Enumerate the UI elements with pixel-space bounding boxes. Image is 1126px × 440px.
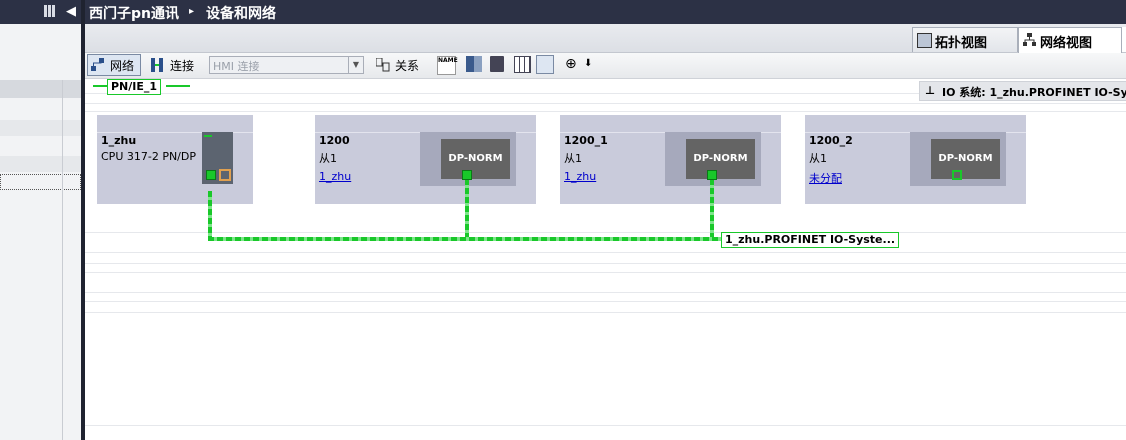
dp-norm-label: DP-NORM: [931, 139, 1000, 179]
breadcrumb-page[interactable]: 设备和网络: [206, 3, 276, 23]
subnet-label[interactable]: PN/IE_1: [107, 79, 162, 95]
dp-norm-label: DP-NORM: [686, 139, 755, 179]
grid-line: [85, 232, 1126, 233]
device-1200-2-port-icon[interactable]: [952, 170, 962, 180]
device-io-controller-link[interactable]: 1_zhu: [319, 170, 351, 183]
io-system-info[interactable]: ⊥ IO 系统: 1_zhu.PROFINET IO-Sys: [919, 81, 1126, 101]
network-drop-line[interactable]: [465, 179, 469, 241]
network-mode-button[interactable]: 网络: [87, 54, 141, 76]
zoom-icon[interactable]: ⊕: [565, 56, 577, 72]
network-drop-line[interactable]: [710, 179, 714, 241]
tab-network-view[interactable]: 网络视图: [1018, 27, 1122, 53]
device-name: 1_zhu: [101, 134, 137, 147]
left-pane: [0, 24, 83, 440]
grid-icon[interactable]: [44, 5, 56, 17]
grid-line: [85, 103, 1126, 104]
device-1200-port-icon[interactable]: [462, 170, 472, 180]
pin-icon[interactable]: ⊥: [925, 84, 935, 97]
subnet-line: [166, 85, 190, 87]
show-address-icon[interactable]: [466, 56, 482, 72]
cpu-dp-port-icon[interactable]: [219, 169, 231, 181]
left-titlebar: ◀: [0, 0, 83, 24]
device-io-controller-link[interactable]: 未分配: [809, 170, 842, 186]
chevron-down-icon[interactable]: ▼: [348, 57, 363, 73]
subnet-line: [93, 85, 107, 87]
topology-icon: [917, 33, 932, 48]
device-1200-1-port-icon[interactable]: [707, 170, 717, 180]
left-pane-row[interactable]: [0, 80, 81, 98]
left-pane-row-selected[interactable]: [0, 174, 81, 190]
cpu-led-icon: [204, 135, 212, 137]
io-system-label: IO 系统: 1_zhu.PROFINET IO-Sys: [942, 86, 1126, 99]
left-pane-row[interactable]: [0, 120, 81, 136]
collapse-arrow-icon[interactable]: ◀: [66, 4, 76, 19]
grid-line: [85, 263, 1126, 264]
grid-line: [85, 111, 1126, 112]
cpu-module-icon[interactable]: [202, 132, 233, 184]
relations-button[interactable]: 关系: [372, 54, 426, 76]
relations-icon: [375, 57, 390, 75]
device-1200-1[interactable]: 1200_1 从1 1_zhu DP-NORM: [560, 115, 781, 204]
network-mode-icon: [91, 58, 105, 75]
network-mode-label: 网络: [110, 59, 135, 73]
tab-topology-label: 拓扑视图: [935, 36, 988, 51]
left-pane-row[interactable]: [0, 156, 81, 172]
device-1200[interactable]: 1200 从1 1_zhu DP-NORM: [315, 115, 536, 204]
io-system-network-label[interactable]: 1_zhu.PROFINET IO-Syste...: [721, 232, 900, 248]
tab-overflow[interactable]: [1121, 27, 1126, 52]
device-name: 1200: [319, 134, 350, 147]
connection-type-value: HMI 连接: [213, 60, 260, 73]
grid-line: [85, 272, 1126, 273]
zoom-dropdown-icon[interactable]: ⬇: [584, 58, 592, 69]
view-tab-bar: 拓扑视图 网络视图: [85, 24, 1126, 53]
page-break-icon[interactable]: [490, 56, 504, 72]
connection-mode-label: 连接: [170, 59, 195, 73]
device-type: 从1: [564, 152, 582, 165]
tab-topology-view[interactable]: 拓扑视图: [912, 27, 1018, 52]
tab-network-label: 网络视图: [1040, 36, 1093, 51]
device-name: 1200_2: [809, 134, 853, 147]
connection-type-dropdown[interactable]: HMI 连接 ▼: [209, 56, 364, 74]
breadcrumb-separator-icon: ▸: [189, 6, 195, 17]
grid-line: [85, 301, 1126, 302]
device-1-zhu[interactable]: 1_zhu CPU 317-2 PN/DP: [97, 115, 253, 204]
device-io-controller-link[interactable]: 1_zhu: [564, 170, 596, 183]
device-name: 1200_1: [564, 134, 608, 147]
left-pane-divider: [62, 80, 63, 440]
grid-toggle-icon[interactable]: [514, 56, 531, 73]
grid-line: [85, 252, 1126, 253]
connection-mode-button[interactable]: 连接: [147, 54, 205, 76]
grid-line: [85, 312, 1126, 313]
network-view-icon: [1023, 33, 1036, 46]
overview-toggle-icon[interactable]: [536, 55, 554, 74]
relations-label: 关系: [395, 59, 420, 73]
connection-icon: [151, 58, 165, 75]
breadcrumb-project[interactable]: 西门子pn通讯: [89, 3, 179, 23]
network-toolbar: 网络 连接 HMI 连接 ▼ 关系 NAME ⊕ ⬇: [85, 53, 1126, 79]
profinet-network-line[interactable]: [208, 237, 722, 241]
show-names-icon[interactable]: NAME: [437, 56, 458, 75]
device-type: 从1: [809, 152, 827, 165]
breadcrumb: 西门子pn通讯 ▸ 设备和网络: [85, 0, 1126, 24]
grid-line: [85, 292, 1126, 293]
network-drop-line[interactable]: [208, 191, 212, 241]
dp-norm-label: DP-NORM: [441, 139, 510, 179]
grid-line: [85, 425, 1126, 426]
network-canvas[interactable]: PN/IE_1 ⊥ IO 系统: 1_zhu.PROFINET IO-Sys 1…: [85, 79, 1126, 440]
device-1200-2[interactable]: 1200_2 从1 未分配 DP-NORM: [805, 115, 1026, 204]
cpu-pn-port-icon[interactable]: [206, 170, 216, 180]
device-type: CPU 317-2 PN/DP: [101, 150, 196, 163]
device-type: 从1: [319, 152, 337, 165]
